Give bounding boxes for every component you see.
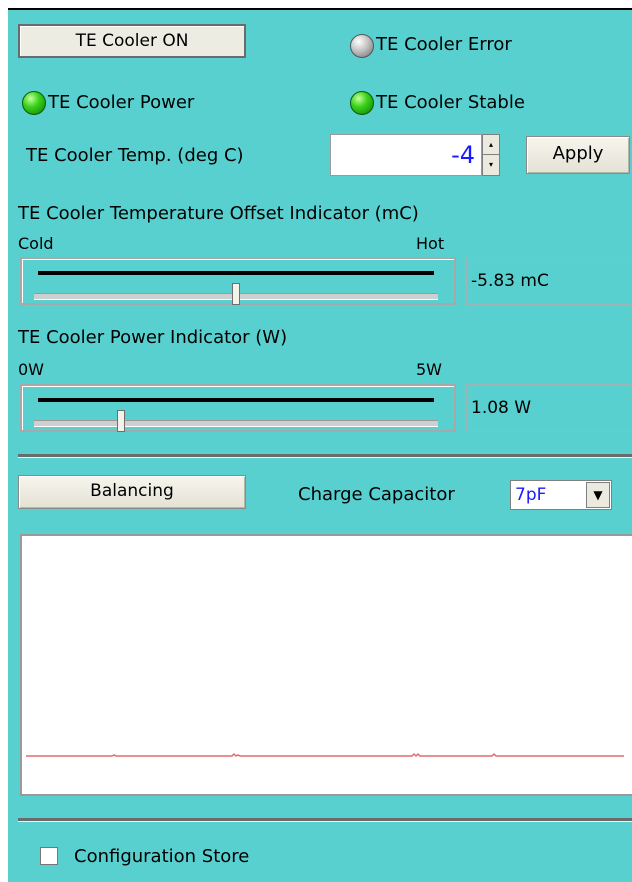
power-slider-thumb — [117, 410, 126, 432]
te-cooler-power-label: TE Cooler Power — [48, 92, 195, 113]
power-min-label: 0W — [18, 360, 44, 379]
balancing-button[interactable]: Balancing — [18, 475, 246, 509]
spin-up-icon[interactable]: ▴ — [483, 135, 499, 155]
power-slider-track — [20, 384, 456, 432]
offset-slider-thumb — [232, 283, 240, 305]
configuration-store-checkbox[interactable] — [40, 847, 58, 865]
offset-indicator-title: TE Cooler Temperature Offset Indicator (… — [18, 203, 419, 224]
charge-capacitor-select[interactable]: 7pF ▼ — [510, 480, 612, 510]
offset-bar — [38, 271, 434, 275]
apply-button[interactable]: Apply — [526, 136, 630, 174]
power-max-label: 5W — [416, 360, 442, 379]
power-bar — [38, 398, 434, 402]
te-cooler-panel: TE Cooler ON TE Cooler Error TE Cooler P… — [8, 8, 632, 882]
chevron-down-icon[interactable]: ▼ — [586, 482, 610, 508]
te-cooler-stable-label: TE Cooler Stable — [376, 92, 525, 113]
te-cooler-temp-label: TE Cooler Temp. (deg C) — [26, 145, 244, 166]
spin-down-icon[interactable]: ▾ — [483, 155, 499, 175]
balancing-plot — [20, 534, 632, 796]
offset-min-label: Cold — [18, 234, 54, 253]
te-cooler-stable-led-icon — [350, 91, 374, 115]
te-cooler-power-led-icon — [22, 91, 46, 115]
power-readout: 1.08 W — [466, 384, 632, 432]
offset-slider-track — [20, 257, 456, 305]
te-cooler-temp-spinner[interactable]: ▴ ▾ — [482, 134, 500, 176]
section-divider — [18, 454, 632, 458]
balancing-trace — [26, 752, 624, 758]
offset-readout: -5.83 mC — [466, 257, 632, 305]
charge-capacitor-value: 7pF — [515, 485, 547, 505]
bottom-divider — [18, 818, 632, 822]
power-indicator-title: TE Cooler Power Indicator (W) — [18, 327, 288, 348]
te-cooler-temp-input[interactable]: -4 — [330, 134, 482, 176]
power-rail — [34, 420, 438, 427]
te-cooler-temp-value: -4 — [451, 141, 475, 169]
te-cooler-on-button[interactable]: TE Cooler ON — [18, 24, 246, 58]
charge-capacitor-label: Charge Capacitor — [298, 484, 455, 505]
configuration-store-label: Configuration Store — [74, 846, 250, 867]
te-cooler-error-led-icon — [350, 34, 374, 58]
offset-max-label: Hot — [416, 234, 445, 253]
trace-line — [26, 752, 624, 758]
te-cooler-error-label: TE Cooler Error — [376, 34, 512, 55]
